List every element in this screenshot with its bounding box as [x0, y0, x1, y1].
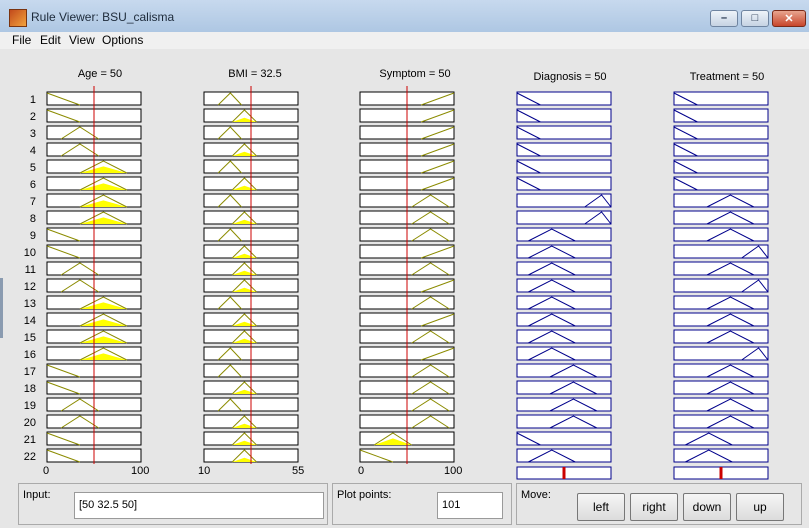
maximize-icon: □ [751, 12, 759, 24]
rule-number: 6 [30, 179, 36, 191]
rule-15-diag-cell[interactable] [516, 329, 612, 344]
rule-9-treat-cell[interactable] [673, 227, 769, 242]
minimize-icon: – [720, 12, 728, 24]
rule-2-diag-cell[interactable] [516, 108, 612, 123]
rule-17-treat-cell[interactable] [673, 363, 769, 378]
rule-16-treat-cell[interactable] [673, 346, 769, 361]
bottom-controls: Input: [50 32.5 50] Plot points: 101 Mov… [10, 480, 809, 528]
close-icon: ✕ [784, 13, 794, 25]
rule-number: 10 [24, 247, 36, 259]
move-up-button[interactable]: up [736, 493, 784, 521]
rule-number: 5 [30, 162, 36, 174]
menu-view[interactable]: View [69, 33, 95, 47]
plot-points-label: Plot points: [337, 489, 392, 501]
maximize-button[interactable]: □ [741, 10, 769, 27]
rule-12-diag-cell[interactable] [516, 278, 612, 293]
rule-number: 18 [24, 383, 36, 395]
rule-number: 2 [30, 111, 36, 123]
rule-number: 1 [30, 94, 36, 106]
rule-number: 4 [30, 145, 36, 157]
menu-options[interactable]: Options [102, 33, 143, 47]
rule-5-treat-cell[interactable] [673, 159, 769, 174]
rule-1-treat-cell[interactable] [673, 91, 769, 106]
output-value-marker [719, 467, 723, 479]
input-field[interactable]: [50 32.5 50] [74, 492, 324, 519]
close-button[interactable]: ✕ [772, 10, 806, 27]
input-label: Input: [23, 489, 51, 501]
rule-number: 17 [24, 366, 36, 378]
rule-19-treat-cell[interactable] [673, 397, 769, 412]
rule-2-treat-cell[interactable] [673, 108, 769, 123]
rule-viewer-window: Rule Viewer: BSU_calisma – □ ✕ File Edit… [0, 0, 809, 528]
plot-points-field[interactable]: 101 [437, 492, 503, 519]
output-value-marker [562, 467, 566, 479]
rule-13-treat-cell[interactable] [673, 295, 769, 310]
rule-5-diag-cell[interactable] [516, 159, 612, 174]
rule-22-treat-cell[interactable] [673, 448, 769, 463]
rule-4-treat-cell[interactable] [673, 142, 769, 157]
rule-number: 7 [30, 196, 36, 208]
rule-3-treat-cell[interactable] [673, 125, 769, 140]
move-down-button[interactable]: down [683, 493, 731, 521]
rule-19-diag-cell[interactable] [516, 397, 612, 412]
rule-number: 9 [30, 230, 36, 242]
rule-14-treat-cell[interactable] [673, 312, 769, 327]
menu-file[interactable]: File [12, 33, 31, 47]
rule-7-treat-cell[interactable] [673, 193, 769, 208]
menu-edit[interactable]: Edit [40, 33, 61, 47]
rule-number: 21 [24, 434, 36, 446]
window-title: Rule Viewer: BSU_calisma [31, 10, 175, 24]
rule-13-diag-cell[interactable] [516, 295, 612, 310]
rule-11-treat-cell[interactable] [673, 261, 769, 276]
rule-21-treat-cell[interactable] [673, 431, 769, 446]
rule-number: 20 [24, 417, 36, 429]
rule-number: 8 [30, 213, 36, 225]
minimize-button[interactable]: – [710, 10, 738, 27]
rule-number: 22 [24, 451, 36, 463]
move-right-button[interactable]: right [630, 493, 678, 521]
rule-8-treat-cell[interactable] [673, 210, 769, 225]
window-edge-marker [0, 278, 3, 338]
rule-number: 3 [30, 128, 36, 140]
move-panel: Move: left right down up [516, 483, 802, 525]
rule-10-treat-cell[interactable] [673, 244, 769, 259]
rule-number: 14 [24, 315, 36, 327]
rule-number: 15 [24, 332, 36, 344]
rule-3-diag-cell[interactable] [516, 125, 612, 140]
rule-7-diag-cell[interactable] [516, 193, 612, 208]
rule-18-treat-cell[interactable] [673, 380, 769, 395]
rule-number: 16 [24, 349, 36, 361]
plot-points-panel: Plot points: 101 [332, 483, 512, 525]
rule-6-diag-cell[interactable] [516, 176, 612, 191]
rule-number: 12 [24, 281, 36, 293]
rule-20-treat-cell[interactable] [673, 414, 769, 429]
rule-10-diag-cell[interactable] [516, 244, 612, 259]
rule-1-diag-cell[interactable] [516, 91, 612, 106]
rule-22-diag-cell[interactable] [516, 448, 612, 463]
rule-15-treat-cell[interactable] [673, 329, 769, 344]
rule-number: 11 [25, 264, 36, 276]
move-label: Move: [521, 489, 551, 501]
rule-8-diag-cell[interactable] [516, 210, 612, 225]
rule-17-diag-cell[interactable] [516, 363, 612, 378]
rule-number: 19 [24, 400, 36, 412]
rule-12-treat-cell[interactable] [673, 278, 769, 293]
rule-9-diag-cell[interactable] [516, 227, 612, 242]
input-panel: Input: [50 32.5 50] [18, 483, 328, 525]
rule-21-diag-cell[interactable] [516, 431, 612, 446]
rule-number: 13 [24, 298, 36, 310]
rule-20-diag-cell[interactable] [516, 414, 612, 429]
rule-18-diag-cell[interactable] [516, 380, 612, 395]
matlab-icon [9, 9, 27, 27]
menu-bar: File Edit View Options [0, 32, 809, 49]
rules-svg: 12345678910111213141516171819202122 [24, 86, 769, 480]
title-bar: Rule Viewer: BSU_calisma – □ ✕ [0, 0, 809, 33]
rule-11-diag-cell[interactable] [516, 261, 612, 276]
rule-plot-area: Age = 50 BMI = 32.5 Symptom = 50 Diagnos… [10, 50, 809, 480]
rule-16-diag-cell[interactable] [516, 346, 612, 361]
rule-6-treat-cell[interactable] [673, 176, 769, 191]
move-left-button[interactable]: left [577, 493, 625, 521]
rule-14-diag-cell[interactable] [516, 312, 612, 327]
rule-4-diag-cell[interactable] [516, 142, 612, 157]
